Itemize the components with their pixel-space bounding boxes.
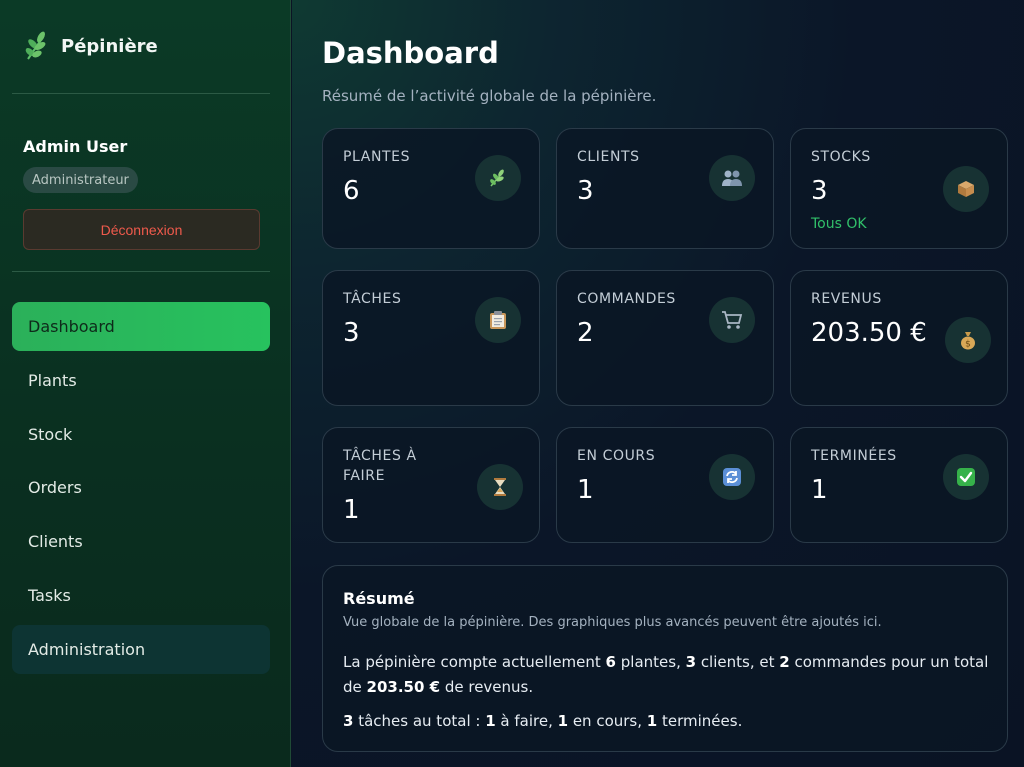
stat-card-in-progress: EN COURS 1 xyxy=(556,427,774,543)
summary-subtitle: Vue globale de la pépinière. Des graphiq… xyxy=(343,615,882,630)
card-value: 6 xyxy=(343,176,360,206)
leaf-icon xyxy=(23,30,51,62)
users-icon xyxy=(709,155,755,201)
summary-text: plantes, xyxy=(615,653,686,671)
summary-orders-count: 2 xyxy=(779,653,790,671)
page-subtitle: Résumé de l’activité globale de la pépin… xyxy=(322,87,657,105)
role-badge: Administrateur xyxy=(23,167,138,193)
sidebar-item-dashboard[interactable]: Dashboard xyxy=(12,302,270,351)
sidebar: Pépinière Admin User Administrateur Déco… xyxy=(0,0,291,767)
card-label: PLANTES xyxy=(343,149,411,165)
summary-tasks-todo: 1 xyxy=(485,712,496,730)
logout-button[interactable]: Déconnexion xyxy=(23,209,260,250)
summary-plants-count: 6 xyxy=(605,653,616,671)
page-title: Dashboard xyxy=(322,36,499,70)
sidebar-item-administration[interactable]: Administration xyxy=(12,625,270,674)
summary-title: Résumé xyxy=(343,589,415,608)
stat-card-tasks-todo: TÂCHES À FAIRE 1 xyxy=(322,427,540,543)
card-label: TÂCHES xyxy=(343,291,402,307)
stat-card-plants: PLANTES 6 xyxy=(322,128,540,249)
card-label: REVENUS xyxy=(811,291,882,307)
card-value: 3 xyxy=(811,176,828,206)
summary-tasks-text: 3 tâches au total : 1 à faire, 1 en cour… xyxy=(343,710,1003,732)
box-icon xyxy=(943,166,989,212)
summary-text: La pépinière compte actuellement xyxy=(343,653,606,671)
money-bag-icon: $ xyxy=(945,317,991,363)
card-value: 1 xyxy=(343,495,360,525)
sidebar-item-clients[interactable]: Clients xyxy=(12,517,270,566)
card-value: 203.50 € xyxy=(811,318,927,348)
summary-tasks-inprogress: 1 xyxy=(557,712,569,730)
card-label: CLIENTS xyxy=(577,149,640,165)
refresh-icon xyxy=(709,454,755,500)
summary-text: terminées. xyxy=(657,712,743,730)
svg-text:$: $ xyxy=(965,340,971,350)
summary-text: de revenus. xyxy=(440,678,534,696)
summary-tasks-total: 3 xyxy=(343,712,354,730)
summary-text: tâches au total : xyxy=(353,712,486,730)
check-icon xyxy=(943,454,989,500)
card-value: 1 xyxy=(577,475,594,505)
stat-card-done: TERMINÉES 1 xyxy=(790,427,1008,543)
stat-card-revenue: REVENUS 203.50 € $ xyxy=(790,270,1008,406)
card-value: 3 xyxy=(577,176,594,206)
sidebar-item-stock[interactable]: Stock xyxy=(12,410,270,459)
summary-revenue: 203.50 € xyxy=(366,678,441,696)
card-label: EN COURS xyxy=(577,448,656,464)
card-label: COMMANDES xyxy=(577,291,676,307)
summary-text: clients, et xyxy=(696,653,780,671)
divider xyxy=(12,93,270,94)
summary-text: à faire, xyxy=(495,712,558,730)
divider xyxy=(12,271,270,272)
hourglass-icon xyxy=(477,464,523,510)
summary-tasks-done: 1 xyxy=(646,712,658,730)
summary-overview-text: La pépinière compte actuellement 6 plant… xyxy=(343,650,1003,700)
card-label: TÂCHES À FAIRE xyxy=(343,448,417,484)
brand-name: Pépinière xyxy=(61,35,158,57)
stat-card-clients: CLIENTS 3 xyxy=(556,128,774,249)
summary-panel: Résumé Vue globale de la pépinière. Des … xyxy=(322,565,1008,752)
card-label: TERMINÉES xyxy=(811,448,897,464)
stat-card-tasks: TÂCHES 3 xyxy=(322,270,540,406)
user-name: Admin User xyxy=(23,137,128,156)
card-value: 1 xyxy=(811,475,828,505)
clipboard-icon xyxy=(475,297,521,343)
stat-card-stocks: STOCKS 3 Tous OK xyxy=(790,128,1008,249)
brand[interactable]: Pépinière xyxy=(23,30,158,62)
summary-clients-count: 3 xyxy=(685,653,697,671)
card-value: 3 xyxy=(343,318,360,348)
stat-card-orders: COMMANDES 2 xyxy=(556,270,774,406)
stock-status-note: Tous OK xyxy=(811,216,867,232)
card-label: STOCKS xyxy=(811,149,871,165)
leaf-icon xyxy=(475,155,521,201)
sidebar-item-plants[interactable]: Plants xyxy=(12,356,270,405)
main-content: Dashboard Résumé de l’activité globale d… xyxy=(292,0,1024,767)
sidebar-item-tasks[interactable]: Tasks xyxy=(12,571,270,620)
card-value: 2 xyxy=(577,318,594,348)
sidebar-item-orders[interactable]: Orders xyxy=(12,463,270,512)
cart-icon xyxy=(709,297,755,343)
summary-text: en cours, xyxy=(568,712,647,730)
